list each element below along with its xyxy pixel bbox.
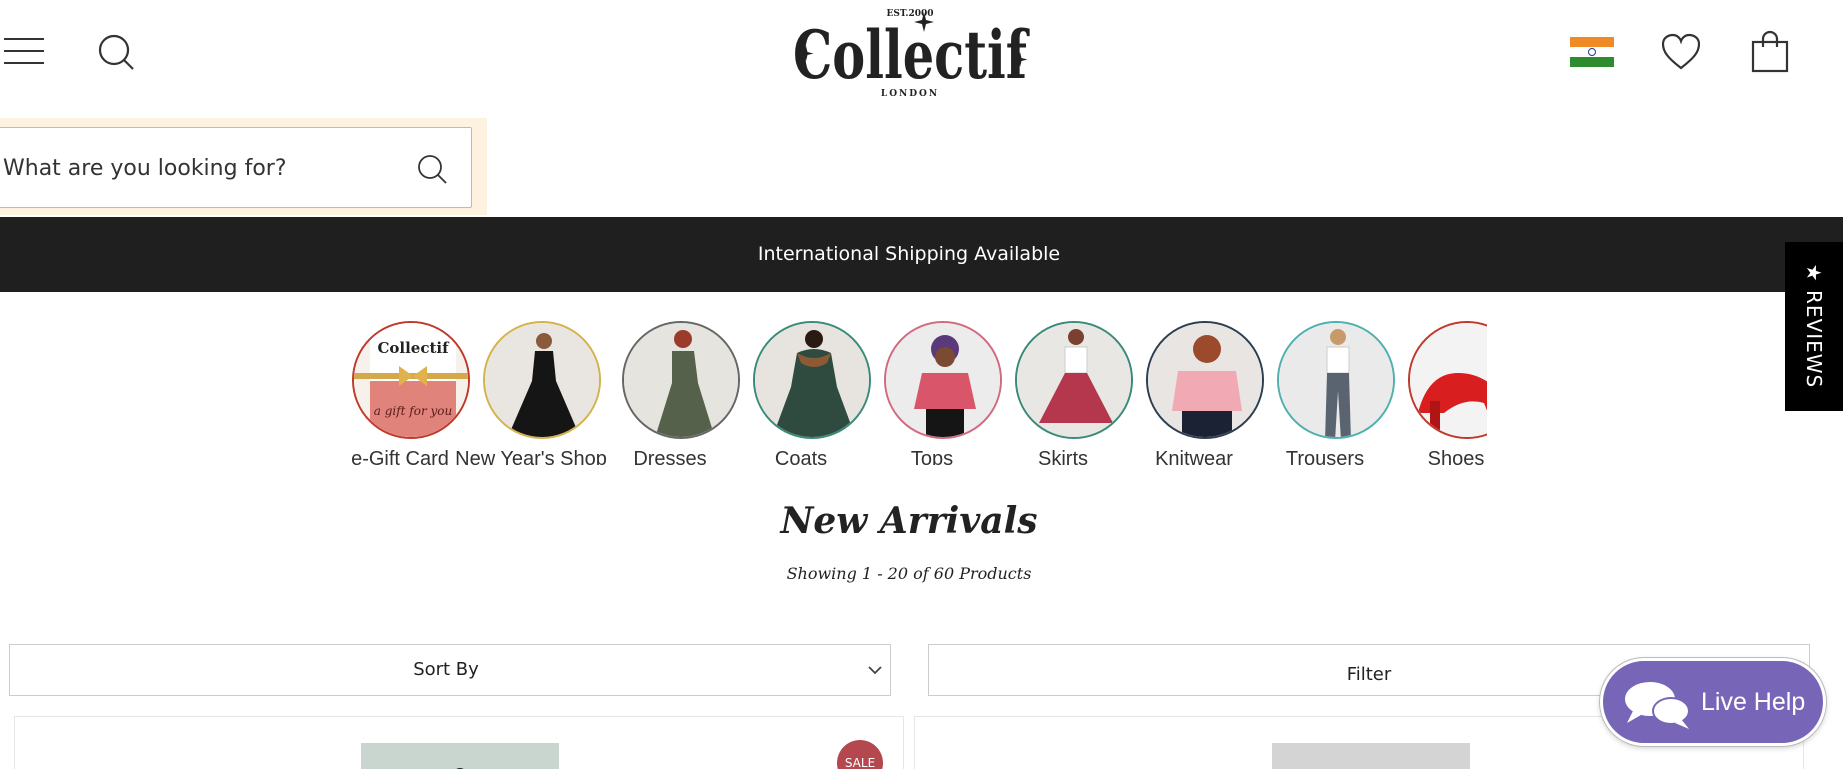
- india-flag-icon[interactable]: [1570, 37, 1614, 67]
- search-icon[interactable]: [415, 152, 449, 186]
- category-shoes[interactable]: Shoes: [1386, 313, 1487, 465]
- knitwear-image: [1146, 321, 1264, 439]
- e-gift-card-image: Collectif a gift for you: [352, 321, 470, 439]
- dresses-image: [622, 321, 740, 439]
- site-header: EST.2000 Collectif LONDON: [0, 0, 1843, 110]
- category-dresses[interactable]: Dresses: [600, 313, 740, 465]
- search-box: [0, 127, 472, 208]
- category-tops[interactable]: Tops: [862, 313, 1002, 465]
- product-image[interactable]: [1272, 743, 1470, 769]
- category-knitwear[interactable]: Knitwear: [1124, 313, 1264, 465]
- search-icon[interactable]: [96, 32, 136, 72]
- chat-bubbles-icon: [1625, 682, 1690, 729]
- collectif-logo[interactable]: EST.2000 Collectif LONDON: [780, 2, 1040, 102]
- trousers-image: [1277, 321, 1395, 439]
- svg-text:a gift for you: a gift for you: [374, 404, 453, 418]
- reviews-tab-label: ★ REVIEWS: [1802, 263, 1826, 389]
- product-image[interactable]: [361, 743, 559, 769]
- live-help-button[interactable]: Live Help: [1600, 658, 1826, 746]
- reviews-tab[interactable]: ★ REVIEWS: [1785, 242, 1843, 411]
- chevron-down-icon: [868, 666, 882, 675]
- heart-icon[interactable]: [1660, 32, 1702, 72]
- shoes-image: [1408, 321, 1487, 439]
- shopping-bag-icon[interactable]: [1750, 30, 1790, 74]
- category-trousers[interactable]: Trousers: [1255, 313, 1395, 465]
- shipping-banner-text: International Shipping Available: [757, 243, 1061, 265]
- category-e-gift-card[interactable]: Collectif a gift for you e-Gift Card: [330, 313, 470, 465]
- category-new-years-shop[interactable]: New Year's Shop: [455, 313, 607, 465]
- shipping-banner: International Shipping Available: [0, 217, 1843, 292]
- product-card[interactable]: SALE: [14, 716, 904, 769]
- logo-wordmark: Collectif: [793, 16, 1030, 94]
- coats-image: [753, 321, 871, 439]
- category-carousel: Collectif a gift for you e-Gift Card New…: [330, 305, 1487, 465]
- logo-sub-text: LONDON: [881, 89, 939, 99]
- menu-icon[interactable]: [4, 36, 44, 66]
- sale-badge: SALE: [837, 740, 883, 769]
- category-skirts[interactable]: Skirts: [993, 313, 1133, 465]
- search-panel: [0, 118, 487, 215]
- tops-image: [884, 321, 1002, 439]
- page-title: New Arrivals: [780, 500, 1038, 542]
- svg-text:Collectif: Collectif: [377, 339, 450, 357]
- sort-label: Sort By: [413, 659, 479, 680]
- category-label: Shoes: [1427, 448, 1485, 465]
- skirts-image: [1015, 321, 1133, 439]
- sort-dropdown[interactable]: Sort By: [9, 644, 891, 696]
- category-coats[interactable]: Coats: [731, 313, 871, 465]
- product-count: Showing 1 - 20 of 60 Products: [786, 564, 1032, 583]
- search-input[interactable]: [3, 148, 393, 188]
- new-years-shop-image: [483, 321, 601, 439]
- live-help-label: Live Help: [1701, 688, 1806, 716]
